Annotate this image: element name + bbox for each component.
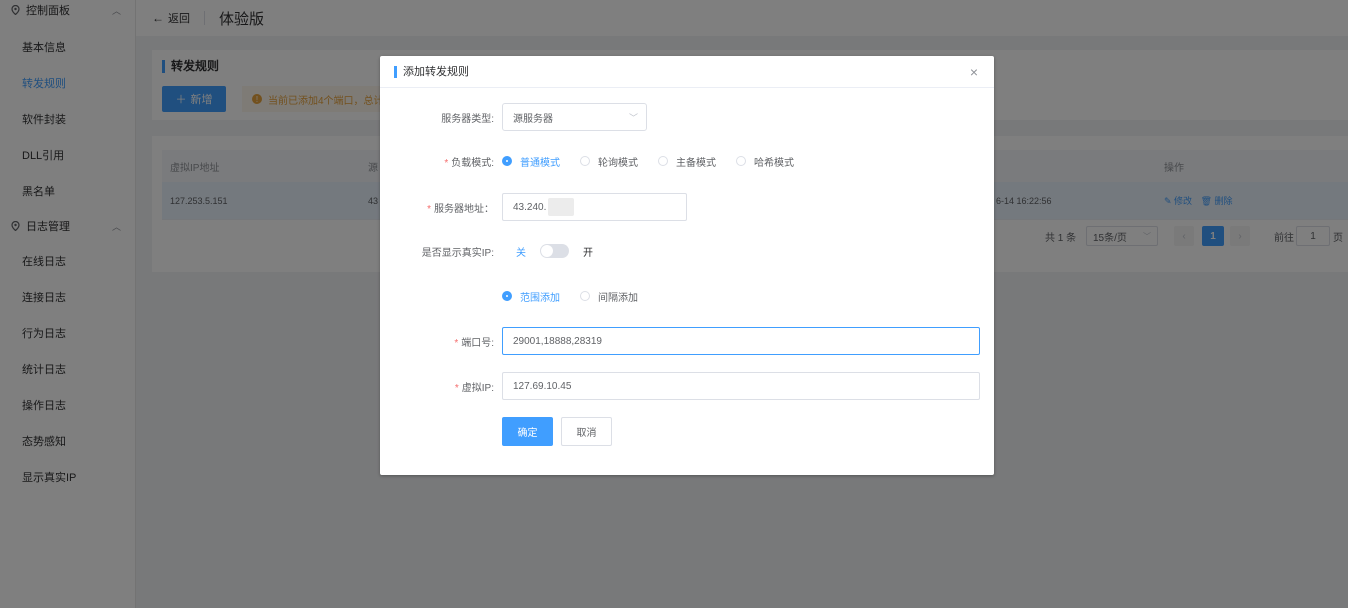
dialog-title: 添加转发规则	[394, 65, 469, 78]
switch-on-label: 开	[583, 247, 593, 259]
cancel-button[interactable]: 取消	[561, 416, 612, 446]
radio-circle	[502, 156, 512, 166]
load-mode-label: * 负载模式:	[444, 157, 494, 169]
form-actions: 确定 取消	[380, 416, 994, 446]
server-type-label: 服务器类型:	[441, 113, 494, 125]
virtual-ip-value: 127.69.10.45	[513, 380, 572, 392]
chevron-down-icon: ﹀	[628, 113, 638, 123]
form-row-server-type: 服务器类型: 源服务器 ﹀	[380, 102, 994, 132]
switch-off-label: 关	[516, 247, 526, 259]
radio-label: 间隔添加	[598, 292, 638, 304]
dialog-header: 添加转发规则 ×	[380, 56, 994, 88]
radio-range-add[interactable]: 范围添加	[502, 289, 560, 304]
radio-interval-add[interactable]: 间隔添加	[580, 289, 638, 304]
radio-normal-mode[interactable]: 普通模式	[502, 154, 560, 169]
radio-failover-mode[interactable]: 主备模式	[658, 154, 716, 169]
port-input[interactable]: 29001,18888,28319	[502, 327, 980, 355]
radio-label: 普通模式	[520, 157, 560, 169]
radio-hash-mode[interactable]: 哈希模式	[736, 154, 794, 169]
radio-circle	[658, 156, 668, 166]
confirm-button[interactable]: 确定	[502, 416, 553, 446]
form-row-virtual-ip: * 虚拟IP: 127.69.10.45	[380, 371, 994, 401]
radio-label: 轮询模式	[598, 157, 638, 169]
server-type-value: 源服务器	[513, 113, 553, 125]
server-type-select[interactable]: 源服务器 ﹀	[502, 103, 647, 131]
close-icon[interactable]: ×	[970, 64, 978, 80]
show-real-ip-label: 是否显示真实IP:	[421, 247, 494, 259]
radio-circle	[580, 291, 590, 301]
radio-label: 主备模式	[676, 157, 716, 169]
port-value: 29001,18888,28319	[513, 335, 602, 347]
radio-circle	[502, 291, 512, 301]
radio-circle	[580, 156, 590, 166]
virtual-ip-label: * 虚拟IP:	[454, 382, 494, 394]
server-address-input[interactable]: 43.240.	[502, 193, 687, 221]
switch-knob	[541, 245, 553, 257]
form-row-show-real-ip: 是否显示真实IP: 关 开	[380, 242, 994, 260]
form-row-server-address: * 服务器地址： 43.240.	[380, 192, 994, 222]
port-label: * 端口号:	[454, 337, 494, 349]
add-rule-dialog: 添加转发规则 × 服务器类型: 源服务器 ﹀ * 负载模式: 普通模式 轮询模式 …	[380, 56, 994, 475]
form-row-port: * 端口号: 29001,18888,28319	[380, 326, 994, 356]
form-row-add-mode: 范围添加 间隔添加	[380, 287, 994, 305]
radio-round-robin-mode[interactable]: 轮询模式	[580, 154, 638, 169]
show-real-ip-switch[interactable]	[540, 244, 569, 258]
radio-label: 范围添加	[520, 292, 560, 304]
radio-circle	[736, 156, 746, 166]
form-row-load-mode: * 负载模式: 普通模式 轮询模式 主备模式 哈希模式	[380, 152, 994, 170]
radio-label: 哈希模式	[754, 157, 794, 169]
redacted-region	[548, 198, 575, 216]
server-address-value: 43.240.	[513, 201, 547, 213]
server-address-label: * 服务器地址：	[427, 203, 494, 215]
virtual-ip-input[interactable]: 127.69.10.45	[502, 372, 980, 400]
